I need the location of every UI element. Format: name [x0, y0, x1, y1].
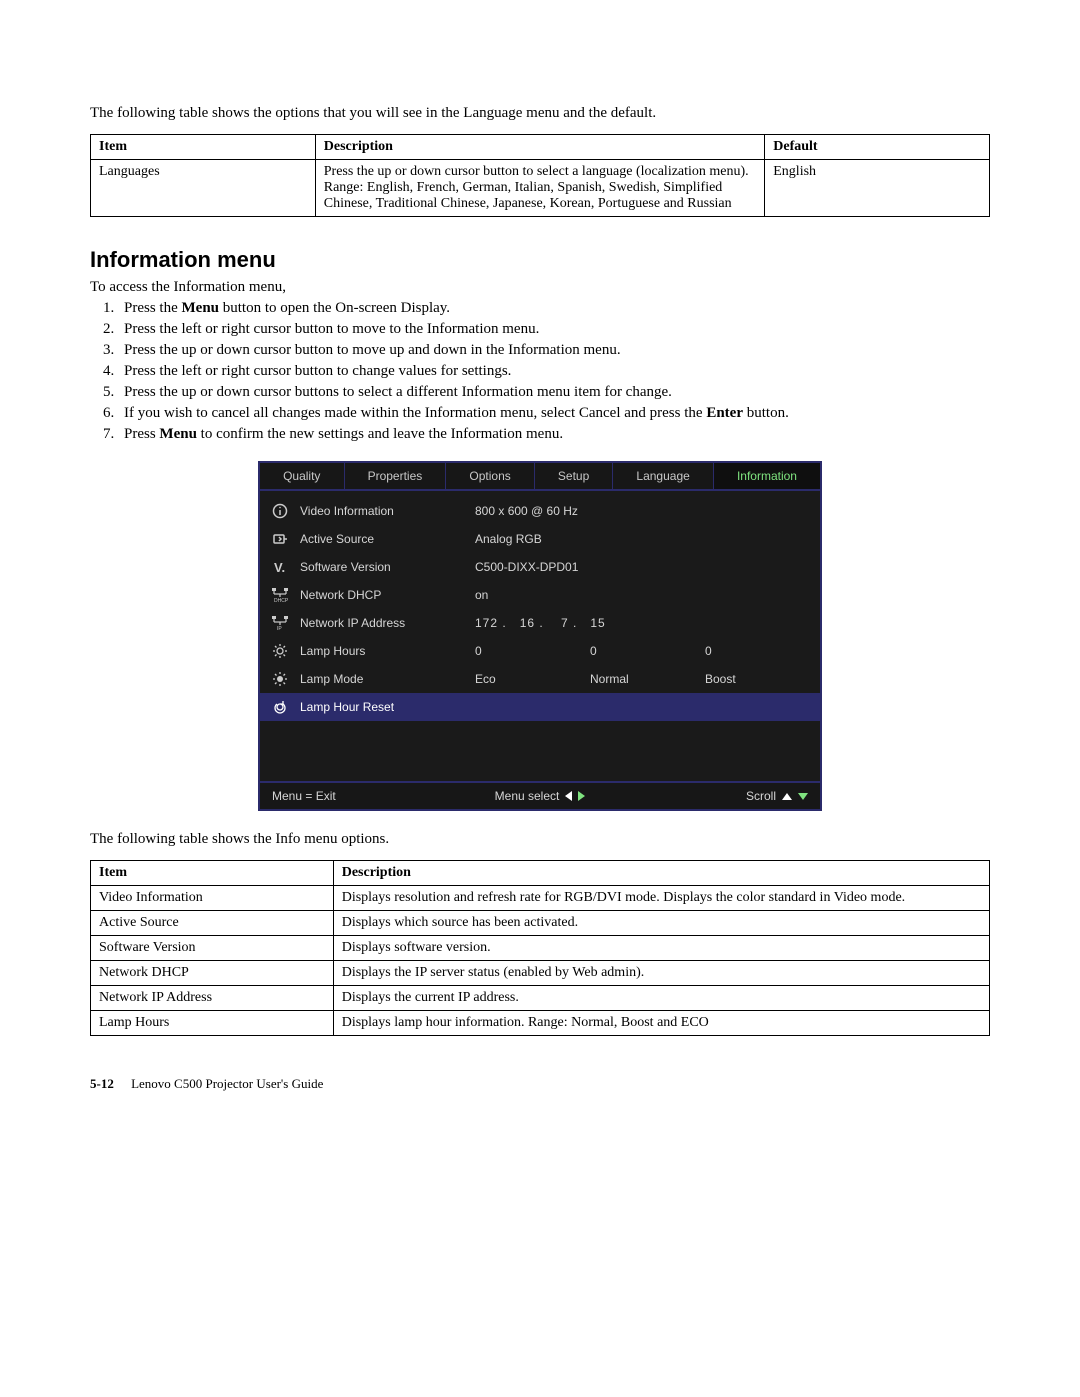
- osd-value: 0: [475, 644, 590, 658]
- osd-body: Video Information 800 x 600 @ 60 Hz Acti…: [260, 491, 820, 781]
- cell-item: Network DHCP: [91, 961, 334, 986]
- osd-row-lamp-hour-reset[interactable]: Lamp Hour Reset: [260, 693, 820, 721]
- osd-value: C500-DIXX-DPD01: [475, 560, 820, 574]
- osd-value: Normal: [590, 672, 705, 686]
- steps-list: Press the Menu button to open the On-scr…: [90, 300, 990, 443]
- footer-scroll: Scroll: [629, 789, 808, 803]
- step-5: Press the up or down cursor buttons to s…: [118, 384, 990, 401]
- cell-item: Video Information: [91, 886, 334, 911]
- info-table-intro: The following table shows the Info menu …: [90, 831, 990, 848]
- th-description: Description: [333, 861, 989, 886]
- access-intro: To access the Information menu,: [90, 279, 990, 296]
- table-row: Video InformationDisplays resolution and…: [91, 886, 990, 911]
- cell-description: Displays which source has been activated…: [333, 911, 989, 936]
- osd-label: Lamp Mode: [300, 672, 475, 686]
- cell-description: Displays software version.: [333, 936, 989, 961]
- svg-text:V.: V.: [274, 560, 285, 575]
- language-menu-intro: The following table shows the options th…: [90, 105, 990, 122]
- svg-text:DHCP: DHCP: [274, 598, 289, 603]
- th-item: Item: [91, 135, 316, 160]
- osd-value: Analog RGB: [475, 532, 820, 546]
- cell-default: English: [765, 160, 990, 217]
- version-icon: V.: [260, 557, 300, 577]
- step-4: Press the left or right cursor button to…: [118, 363, 990, 380]
- cell-description: Displays the current IP address.: [333, 986, 989, 1011]
- cell-description: Displays lamp hour information. Range: N…: [333, 1011, 989, 1036]
- osd-value: 800 x 600 @ 60 Hz: [475, 504, 820, 518]
- step-6: If you wish to cancel all changes made w…: [118, 405, 990, 422]
- osd-row-network-ip[interactable]: IP Network IP Address 172 . 16 . 7 . 15: [260, 609, 820, 637]
- arrow-up-icon: [782, 793, 792, 800]
- tab-quality[interactable]: Quality: [260, 463, 345, 489]
- osd-row-active-source[interactable]: Active Source Analog RGB: [260, 525, 820, 553]
- tab-properties[interactable]: Properties: [345, 463, 447, 489]
- cell-item: Network IP Address: [91, 986, 334, 1011]
- step-3: Press the up or down cursor button to mo…: [118, 342, 990, 359]
- cell-item: Software Version: [91, 936, 334, 961]
- footer-menu-exit: Menu = Exit: [272, 789, 451, 803]
- language-options-table: Item Description Default Languages Press…: [90, 134, 990, 217]
- info-menu-options-table: Item Description Video InformationDispla…: [90, 860, 990, 1036]
- network-ip-icon: IP: [260, 613, 300, 633]
- arrow-down-icon: [798, 793, 808, 800]
- th-item: Item: [91, 861, 334, 886]
- table-row: Active SourceDisplays which source has b…: [91, 911, 990, 936]
- footer-menu-select: Menu select: [451, 789, 630, 803]
- cell-description: Press the up or down cursor button to se…: [315, 160, 765, 217]
- arrow-left-icon: [565, 791, 572, 801]
- osd-value: on: [475, 588, 820, 602]
- step-2: Press the left or right cursor button to…: [118, 321, 990, 338]
- cell-description: Displays the IP server status (enabled b…: [333, 961, 989, 986]
- table-row: Software VersionDisplays software versio…: [91, 936, 990, 961]
- osd-row-video-information[interactable]: Video Information 800 x 600 @ 60 Hz: [260, 497, 820, 525]
- table-row: Network IP AddressDisplays the current I…: [91, 986, 990, 1011]
- cell-item: Active Source: [91, 911, 334, 936]
- tab-language[interactable]: Language: [613, 463, 714, 489]
- osd-label: Active Source: [300, 532, 475, 546]
- osd-label: Video Information: [300, 504, 475, 518]
- osd-label: Lamp Hours: [300, 644, 475, 658]
- table-row: Lamp HoursDisplays lamp hour information…: [91, 1011, 990, 1036]
- lamp-icon: [260, 641, 300, 661]
- lamp-reset-icon: [260, 697, 300, 717]
- svg-text:IP: IP: [277, 626, 282, 631]
- osd-row-lamp-hours[interactable]: Lamp Hours 0 0 0: [260, 637, 820, 665]
- osd-value: 172 . 16 . 7 . 15: [475, 616, 820, 630]
- table-row: Languages Press the up or down cursor bu…: [91, 160, 990, 217]
- osd-footer: Menu = Exit Menu select Scroll: [260, 781, 820, 809]
- step-7: Press Menu to confirm the new settings a…: [118, 426, 990, 443]
- tab-information[interactable]: Information: [714, 463, 820, 489]
- osd-label: Network DHCP: [300, 588, 475, 602]
- osd-value: 0: [590, 644, 705, 658]
- osd-panel: Quality Properties Options Setup Languag…: [258, 461, 822, 811]
- cell-description: Displays resolution and refresh rate for…: [333, 886, 989, 911]
- osd-value: Boost: [705, 672, 820, 686]
- osd-row-software-version[interactable]: V. Software Version C500-DIXX-DPD01: [260, 553, 820, 581]
- footer-title: Lenovo C500 Projector User's Guide: [131, 1076, 323, 1091]
- cell-item: Languages: [91, 160, 316, 217]
- input-source-icon: [260, 529, 300, 549]
- osd-label: Network IP Address: [300, 616, 475, 630]
- osd-row-lamp-mode[interactable]: Lamp Mode Eco Normal Boost: [260, 665, 820, 693]
- network-dhcp-icon: DHCP: [260, 585, 300, 605]
- cell-item: Lamp Hours: [91, 1011, 334, 1036]
- th-default: Default: [765, 135, 990, 160]
- tab-setup[interactable]: Setup: [535, 463, 614, 489]
- osd-row-network-dhcp[interactable]: DHCP Network DHCP on: [260, 581, 820, 609]
- th-description: Description: [315, 135, 765, 160]
- lamp-mode-icon: [260, 669, 300, 689]
- osd-tabs: Quality Properties Options Setup Languag…: [260, 463, 820, 491]
- section-heading-information-menu: Information menu: [90, 247, 990, 273]
- osd-value: Eco: [475, 672, 590, 686]
- info-icon: [260, 501, 300, 521]
- arrow-right-icon: [578, 791, 585, 801]
- tab-options[interactable]: Options: [446, 463, 535, 489]
- osd-value: 0: [705, 644, 820, 658]
- step-1: Press the Menu button to open the On-scr…: [118, 300, 990, 317]
- table-row: Network DHCPDisplays the IP server statu…: [91, 961, 990, 986]
- osd-label: Software Version: [300, 560, 475, 574]
- osd-label: Lamp Hour Reset: [300, 700, 475, 714]
- page-number: 5-12: [90, 1076, 114, 1091]
- page-footer: 5-12 Lenovo C500 Projector User's Guide: [90, 1076, 990, 1092]
